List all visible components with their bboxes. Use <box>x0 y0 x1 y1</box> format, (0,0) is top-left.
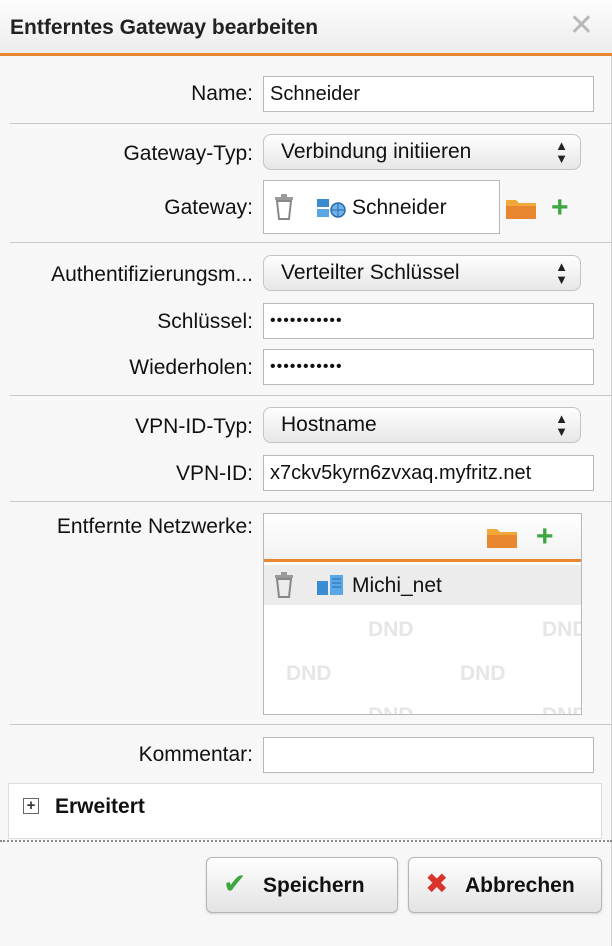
divider <box>10 724 612 725</box>
remote-networks-label: Entfernte Netzwerke: <box>56 515 253 538</box>
add-gateway-icon[interactable]: + <box>551 193 569 223</box>
select-arrows-icon: ▲ ▼ <box>555 259 568 287</box>
key-label: Schlüssel: <box>157 310 253 333</box>
folder-icon[interactable] <box>486 525 518 549</box>
network-host-icon <box>317 199 346 218</box>
cancel-button[interactable]: ✖ Abbrechen <box>408 857 602 913</box>
cancel-label: Abbrechen <box>465 874 575 897</box>
gateway-type-label: Gateway-Typ: <box>123 142 253 165</box>
advanced-label: Erweitert <box>55 795 145 818</box>
vpn-id-type-value: Hostname <box>281 413 377 436</box>
network-icon <box>317 575 343 595</box>
vpn-id-input[interactable] <box>263 455 594 491</box>
name-label: Name: <box>191 82 253 105</box>
trash-icon[interactable] <box>273 194 295 220</box>
name-input[interactable] <box>263 76 594 112</box>
save-button[interactable]: ✔ Speichern <box>206 857 398 913</box>
drop-hint: DND <box>368 618 414 641</box>
auth-method-select[interactable]: Verteilter Schlüssel ▲ ▼ <box>263 255 581 291</box>
key-input[interactable] <box>263 303 594 339</box>
select-arrows-icon: ▲ ▼ <box>555 138 568 166</box>
close-icon[interactable]: ✕ <box>569 11 594 41</box>
advanced-section[interactable]: + Erweitert <box>8 783 602 839</box>
trash-icon[interactable] <box>273 572 295 598</box>
save-label: Speichern <box>263 874 365 897</box>
divider <box>10 501 612 502</box>
drop-hint: DND <box>542 618 581 641</box>
checkmark-icon: ✔ <box>223 868 247 899</box>
comment-input[interactable] <box>263 737 594 773</box>
vpn-id-type-select[interactable]: Hostname ▲ ▼ <box>263 407 581 443</box>
auth-method-label: Authentifizierungsm... <box>51 263 253 286</box>
list-item[interactable]: Michi_net <box>264 565 581 605</box>
edit-remote-gateway-dialog: Entferntes Gateway bearbeiten ✕ Name: Ga… <box>0 0 612 946</box>
auth-method-value: Verteilter Schlüssel <box>281 261 460 284</box>
drop-hint: DND <box>368 704 414 714</box>
divider <box>10 395 612 396</box>
expand-icon[interactable]: + <box>23 798 39 814</box>
gateway-type-select[interactable]: Verbindung initiieren ▲ ▼ <box>263 134 581 170</box>
remote-networks-list[interactable]: + Michi_net DND DND DND DND DND DND <box>263 513 582 715</box>
vpn-id-type-label: VPN-ID-Typ: <box>135 415 253 438</box>
network-item-label: Michi_net <box>352 574 442 597</box>
gateway-box: Schneider <box>263 180 500 234</box>
repeat-label: Wiederholen: <box>129 356 253 379</box>
divider <box>10 123 612 124</box>
gateway-label: Gateway: <box>164 196 253 219</box>
drop-hint: DND <box>460 662 506 685</box>
gateway-type-value: Verbindung initiieren <box>281 140 472 163</box>
dialog-title: Entferntes Gateway bearbeiten <box>10 16 319 39</box>
gateway-value: Schneider <box>352 196 447 219</box>
repeat-input[interactable] <box>263 349 594 385</box>
folder-icon[interactable] <box>505 196 537 220</box>
cross-icon: ✖ <box>425 868 449 899</box>
vpn-id-label: VPN-ID: <box>175 462 253 485</box>
select-arrows-icon: ▲ ▼ <box>555 411 568 439</box>
dialog-titlebar: Entferntes Gateway bearbeiten ✕ <box>0 0 612 56</box>
footer-divider <box>0 840 612 842</box>
add-network-icon[interactable]: + <box>536 522 554 552</box>
divider <box>10 242 612 243</box>
comment-label: Kommentar: <box>138 743 253 766</box>
drop-hint: DND <box>542 704 581 714</box>
remote-networks-toolbar: + <box>264 514 581 562</box>
drop-hint: DND <box>286 662 332 685</box>
